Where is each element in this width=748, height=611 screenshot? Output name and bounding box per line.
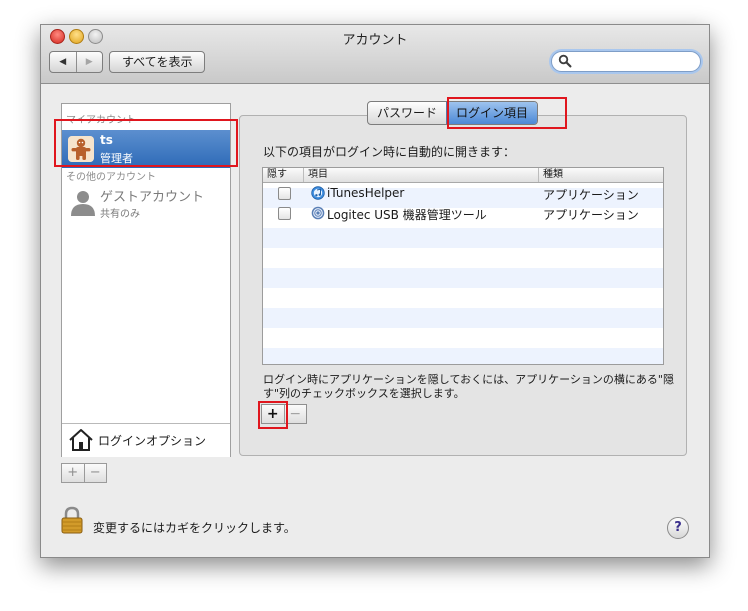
remove-account-button[interactable]: − [83, 464, 107, 482]
show-all-button[interactable]: すべてを表示 [109, 51, 206, 73]
add-login-item-button[interactable]: + [262, 405, 284, 423]
my-account-header: マイアカウント [66, 115, 136, 126]
hide-checkbox[interactable] [278, 207, 291, 220]
column-kind[interactable]: 種類 [538, 168, 663, 182]
hide-instructions: ログイン時にアプリケーションを隠しておくには、アプリケーションの横にある"隠す"… [263, 373, 674, 400]
tab-bar: パスワード ログイン項目 [367, 101, 539, 125]
account-add-remove: + − [61, 463, 107, 483]
forward-button[interactable]: ▶ [75, 52, 103, 72]
login-options-item[interactable]: ログインオプション [62, 423, 230, 457]
add-account-button[interactable]: + [62, 464, 84, 482]
item-kind: アプリケーション [543, 188, 639, 202]
remove-login-item-button[interactable]: − [283, 405, 307, 423]
account-item-guest[interactable]: ゲストアカウント 共有のみ [62, 184, 230, 222]
preferences-window: アカウント ◀ ▶ すべてを表示 マイアカウント ts 管理者 その他のアカウン… [40, 24, 710, 558]
table-header: 隠す 項目 種類 [263, 168, 663, 183]
logitec-icon [311, 206, 325, 220]
title-bar: アカウント ◀ ▶ すべてを表示 [41, 25, 709, 84]
search-input[interactable] [574, 52, 694, 71]
hide-checkbox[interactable] [278, 187, 291, 200]
table-row[interactable]: iTunesHelper アプリケーション [263, 184, 663, 204]
column-hide[interactable]: 隠す [263, 168, 303, 182]
gingerbread-avatar-icon [68, 136, 94, 162]
login-items-prompt: 以下の項目がログイン時に自動的に開きます： [263, 145, 516, 159]
search-field[interactable] [551, 51, 701, 72]
login-options-label: ログインオプション [98, 434, 207, 448]
guest-account-name: ゲストアカウント [100, 190, 205, 205]
table-row[interactable]: Logitec USB 機器管理ツール アプリケーション [263, 204, 663, 224]
lock-message: 変更するにはカギをクリックします。 [93, 521, 296, 535]
help-button[interactable]: ? [667, 517, 689, 539]
guest-silhouette-icon [71, 191, 95, 216]
accounts-list: マイアカウント ts 管理者 その他のアカウント ゲストアカウント 共有のみ ロ… [61, 103, 231, 457]
search-icon [558, 54, 572, 68]
tab-password[interactable]: パスワード [368, 102, 446, 124]
guest-account-role: 共有のみ [100, 209, 140, 220]
itunes-icon [311, 186, 325, 200]
account-name: ts [100, 133, 113, 147]
back-forward-control: ◀ ▶ [49, 51, 103, 73]
other-accounts-header: その他のアカウント [66, 172, 156, 183]
login-items-table[interactable]: 隠す 項目 種類 iTunesHelper アプリケーション Logitec U… [262, 167, 664, 365]
lock-icon[interactable] [61, 506, 83, 534]
tab-login-items[interactable]: ログイン項目 [446, 102, 538, 124]
house-icon [69, 429, 93, 451]
window-title: アカウント [342, 33, 408, 48]
login-item-add-remove: + − [261, 404, 307, 424]
item-kind: アプリケーション [543, 208, 639, 222]
account-role: 管理者 [100, 152, 133, 165]
account-item-ts[interactable]: ts 管理者 [62, 130, 230, 168]
item-name: iTunesHelper [327, 186, 405, 200]
back-button[interactable]: ◀ [50, 52, 76, 72]
item-name: Logitec USB 機器管理ツール [327, 208, 487, 222]
column-item[interactable]: 項目 [303, 168, 538, 182]
